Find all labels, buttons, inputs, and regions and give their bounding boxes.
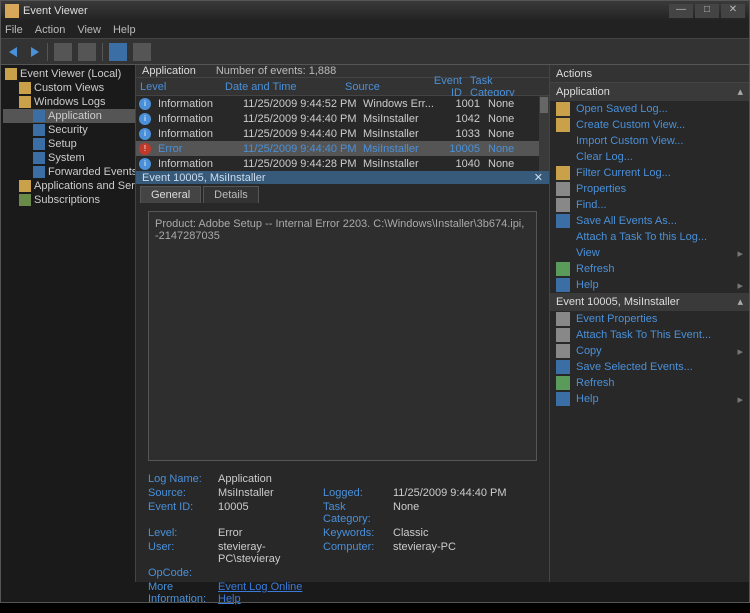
- table-row-selected[interactable]: !Error11/25/2009 9:44:40 PMMsiInstaller1…: [136, 141, 549, 156]
- col-level: Level: [136, 81, 221, 93]
- detail-title: Event 10005, MsiInstaller: [142, 172, 266, 184]
- refresh-icon: [556, 262, 570, 276]
- event-properties: Log Name:Application Source:MsiInstaller…: [148, 473, 537, 605]
- title-bar: Event Viewer — □ ✕: [1, 1, 749, 21]
- tab-general[interactable]: General: [140, 186, 201, 203]
- event-count: Number of events: 1,888: [216, 65, 336, 77]
- help-icon[interactable]: [109, 43, 127, 61]
- back-button[interactable]: [7, 45, 21, 59]
- action-view[interactable]: View▸: [550, 245, 749, 261]
- task-icon: [556, 328, 570, 342]
- action-help-2[interactable]: Help▸: [550, 391, 749, 407]
- action-copy[interactable]: Copy▸: [550, 343, 749, 359]
- menu-file[interactable]: File: [5, 24, 23, 36]
- menu-help[interactable]: Help: [113, 24, 136, 36]
- open-icon: [556, 102, 570, 116]
- col-eventid: Event ID: [426, 75, 466, 99]
- forward-button[interactable]: [27, 45, 41, 59]
- filter-icon: [556, 166, 570, 180]
- action-event-properties[interactable]: Event Properties: [550, 311, 749, 327]
- table-row[interactable]: iInformation11/25/2009 9:44:28 PMMsiInst…: [136, 156, 549, 171]
- action-save-all[interactable]: Save All Events As...: [550, 213, 749, 229]
- save-icon: [556, 214, 570, 228]
- action-attach-task-event[interactable]: Attach Task To This Event...: [550, 327, 749, 343]
- col-date: Date and Time: [221, 81, 341, 93]
- tree-security[interactable]: Security: [3, 123, 135, 137]
- help-icon: [556, 392, 570, 406]
- action-refresh-2[interactable]: Refresh: [550, 375, 749, 391]
- action-import-custom-view[interactable]: Import Custom View...: [550, 133, 749, 149]
- actions-section-application: Application▴: [550, 83, 749, 101]
- toolbar-icon-3[interactable]: [133, 43, 151, 61]
- action-attach-task[interactable]: Attach a Task To this Log...: [550, 229, 749, 245]
- action-filter-log[interactable]: Filter Current Log...: [550, 165, 749, 181]
- action-save-selected[interactable]: Save Selected Events...: [550, 359, 749, 375]
- action-refresh[interactable]: Refresh: [550, 261, 749, 277]
- import-icon: [556, 134, 570, 148]
- tree-setup[interactable]: Setup: [3, 137, 135, 151]
- action-clear-log[interactable]: Clear Log...: [550, 149, 749, 165]
- close-button[interactable]: ✕: [721, 4, 745, 18]
- clear-icon: [556, 150, 570, 164]
- event-message: Product: Adobe Setup -- Internal Error 2…: [148, 211, 537, 461]
- toolbar: [1, 39, 749, 65]
- find-icon: [556, 198, 570, 212]
- table-row[interactable]: iInformation11/25/2009 9:44:40 PMMsiInst…: [136, 111, 549, 126]
- minimize-button[interactable]: —: [669, 4, 693, 18]
- tree-apps-services[interactable]: Applications and Services Lo: [3, 179, 135, 193]
- event-log-help-link[interactable]: Event Log Online Help: [218, 581, 323, 605]
- window-title: Event Viewer: [23, 5, 667, 17]
- tree-custom-views[interactable]: Custom Views: [3, 81, 135, 95]
- maximize-button[interactable]: □: [695, 4, 719, 18]
- tree-forwarded[interactable]: Forwarded Events: [3, 165, 135, 179]
- actions-section-event: Event 10005, MsiInstaller▴: [550, 293, 749, 311]
- tab-details[interactable]: Details: [203, 186, 259, 203]
- tree-system[interactable]: System: [3, 151, 135, 165]
- funnel-icon: [556, 118, 570, 132]
- save-icon: [556, 360, 570, 374]
- grid-header[interactable]: Level Date and Time Source Event ID Task…: [136, 78, 549, 96]
- tree-subscriptions[interactable]: Subscriptions: [3, 193, 135, 207]
- toolbar-icon-2[interactable]: [78, 43, 96, 61]
- tree-application[interactable]: Application: [3, 109, 135, 123]
- help-icon: [556, 278, 570, 292]
- actions-header: Actions: [550, 65, 749, 83]
- log-name-header: Application: [142, 65, 196, 77]
- tree-windows-logs[interactable]: Windows Logs: [3, 95, 135, 109]
- properties-icon: [556, 182, 570, 196]
- event-props-icon: [556, 312, 570, 326]
- action-open-saved-log[interactable]: Open Saved Log...: [550, 101, 749, 117]
- menu-bar: File Action View Help: [1, 21, 749, 39]
- copy-icon: [556, 344, 570, 358]
- action-properties[interactable]: Properties: [550, 181, 749, 197]
- menu-action[interactable]: Action: [35, 24, 66, 36]
- action-create-custom-view[interactable]: Create Custom View...: [550, 117, 749, 133]
- col-source: Source: [341, 81, 426, 93]
- app-icon: [5, 4, 19, 18]
- grid-scrollbar[interactable]: [539, 96, 549, 171]
- action-help[interactable]: Help▸: [550, 277, 749, 293]
- toolbar-icon-1[interactable]: [54, 43, 72, 61]
- refresh-icon: [556, 376, 570, 390]
- detail-header: Event 10005, MsiInstaller ✕: [136, 171, 549, 184]
- action-find[interactable]: Find...: [550, 197, 749, 213]
- menu-view[interactable]: View: [77, 24, 101, 36]
- view-icon: [556, 246, 570, 260]
- table-row[interactable]: iInformation11/25/2009 9:44:40 PMMsiInst…: [136, 126, 549, 141]
- col-taskcat: Task Category: [466, 75, 531, 99]
- task-icon: [556, 230, 570, 244]
- navigation-tree[interactable]: Event Viewer (Local) Custom Views Window…: [1, 65, 136, 582]
- tree-root[interactable]: Event Viewer (Local): [3, 67, 135, 81]
- detail-close-icon[interactable]: ✕: [534, 171, 543, 184]
- table-row[interactable]: iInformation11/25/2009 9:44:52 PMWindows…: [136, 96, 549, 111]
